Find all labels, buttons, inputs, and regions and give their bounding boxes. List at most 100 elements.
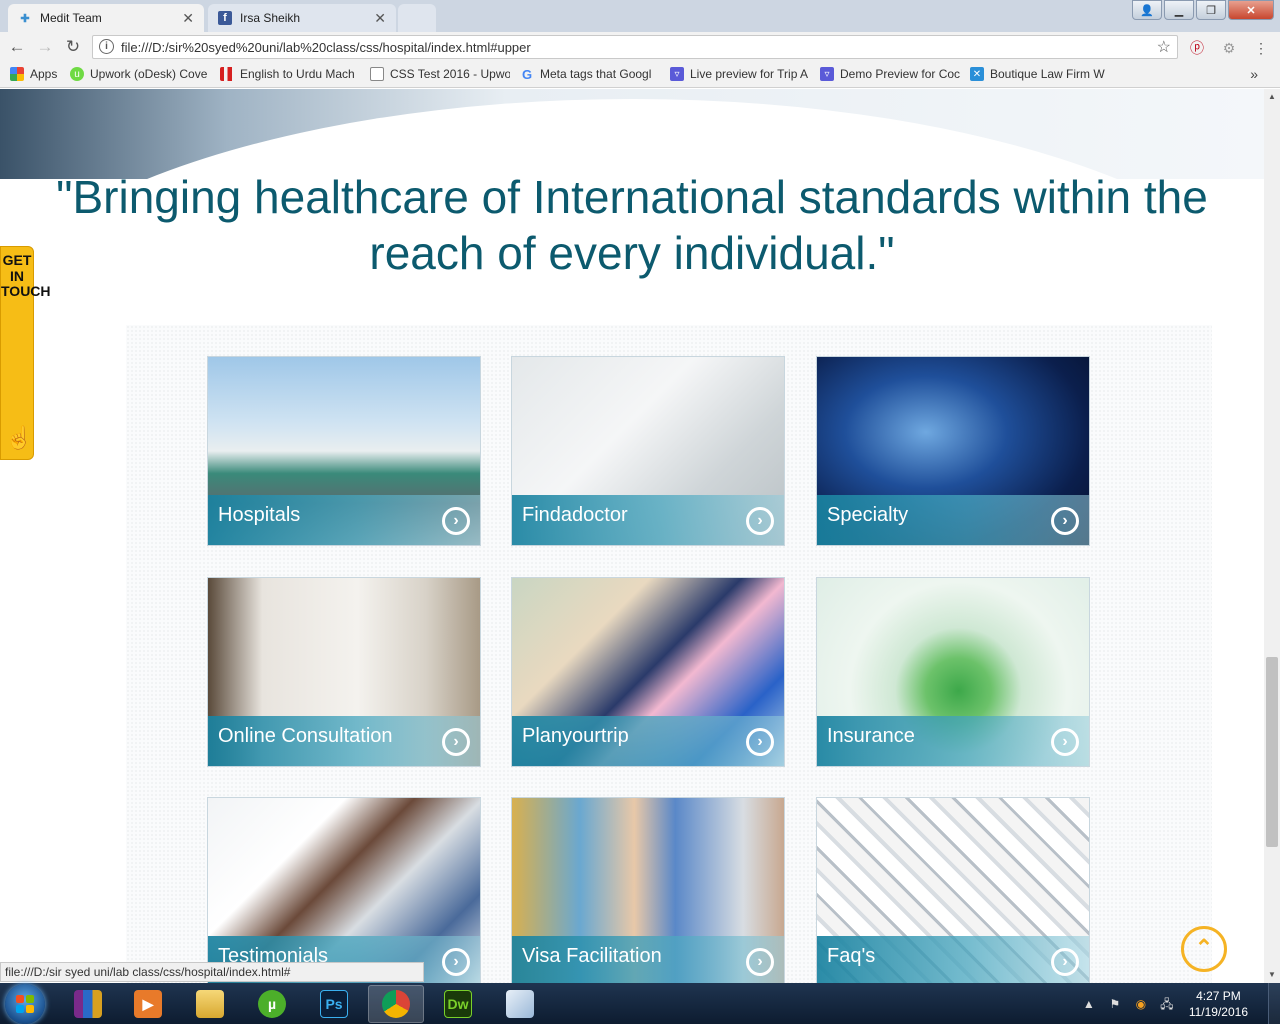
service-card-testimonials[interactable]: Testimonials › (207, 797, 481, 983)
scroll-up-arrow-icon[interactable]: ▲ (1264, 89, 1280, 105)
chevron-right-circle-icon[interactable]: › (1051, 728, 1079, 756)
bookmark-label: Demo Preview for Coc (840, 67, 960, 81)
address-url[interactable]: file:///D:/sir%20syed%20uni/lab%20class/… (121, 40, 531, 55)
chevron-right-circle-icon[interactable]: › (746, 728, 774, 756)
quote-line-2: reach of every individual." (369, 227, 895, 279)
touch-hand-icon: ☝ (5, 425, 33, 450)
mission-quote: "Bringing healthcare of International st… (0, 169, 1264, 281)
chevron-right-circle-icon[interactable]: › (442, 728, 470, 756)
bookmark-meta-tags[interactable]: G Meta tags that Googl (520, 67, 660, 81)
taskbar-chrome[interactable] (368, 985, 424, 1023)
themeforest-icon: ▿ (820, 67, 834, 81)
chevron-right-circle-icon[interactable]: › (442, 507, 470, 535)
card-label: Findadoctor (522, 504, 628, 526)
service-card-faqs[interactable]: Faq's › (816, 797, 1090, 983)
tab-irsa-sheikh[interactable]: f Irsa Sheikh ✕ (208, 4, 396, 32)
menu-icon[interactable]: ⋮ (1252, 39, 1270, 57)
card-label: Insurance (827, 725, 915, 747)
service-card-planyourtrip[interactable]: Planyourtrip › (511, 577, 785, 767)
upwork-icon: u (70, 67, 84, 81)
taskbar-dreamweaver[interactable]: Dw (430, 985, 486, 1023)
quote-line-1: "Bringing healthcare of International st… (56, 171, 1208, 223)
taskbar-winrar[interactable] (60, 985, 116, 1023)
taskbar-file-explorer[interactable] (182, 985, 238, 1023)
address-bar[interactable]: i file:///D:/sir%20syed%20uni/lab%20clas… (92, 35, 1178, 59)
close-tab-icon[interactable]: ✕ (182, 10, 194, 27)
chevron-right-circle-icon[interactable]: › (1051, 507, 1079, 535)
pinterest-icon[interactable]: ⓟ (1188, 39, 1206, 57)
get-in-touch-tab[interactable]: GET IN TOUCH ☝ (0, 246, 51, 460)
start-button[interactable] (5, 984, 45, 1024)
scrollbar-thumb[interactable] (1266, 657, 1278, 847)
reload-icon[interactable]: ↻ (62, 37, 84, 57)
bookmark-label: Upwork (oDesk) Cove (90, 67, 208, 81)
extension-icon[interactable]: ⚙ (1220, 39, 1238, 57)
bookmark-apps[interactable]: Apps (10, 67, 64, 81)
taskbar-photoshop[interactable]: Ps (306, 985, 362, 1023)
close-window-button[interactable]: ✕ (1228, 0, 1274, 20)
apps-grid-icon (10, 67, 24, 81)
maximize-button[interactable]: ❐ (1196, 0, 1226, 20)
bookmark-english-urdu[interactable]: English to Urdu Mach (220, 67, 360, 81)
service-card-online-consultation[interactable]: Online Consultation › (207, 577, 481, 767)
system-clock[interactable]: 4:27 PM 11/19/2016 (1189, 988, 1248, 1020)
bookmark-red-icon (220, 67, 234, 81)
user-icon[interactable]: 👤 (1132, 0, 1162, 20)
service-card-insurance[interactable]: Insurance › (816, 577, 1090, 767)
taskbar-utorrent[interactable]: µ (244, 985, 300, 1023)
bookmark-demo-preview[interactable]: ▿ Demo Preview for Coc (820, 67, 960, 81)
show-desktop-button[interactable] (1268, 983, 1280, 1024)
bookmark-boutique-law[interactable]: ✕ Boutique Law Firm W (970, 67, 1110, 81)
back-icon[interactable]: ← (6, 37, 28, 57)
photoshop-icon: Ps (320, 990, 348, 1018)
facebook-icon: f (218, 11, 232, 25)
chevron-right-circle-icon[interactable]: › (746, 948, 774, 976)
bookmark-css-test[interactable]: CSS Test 2016 - Upwo (370, 67, 510, 81)
window-controls: 👤 ▁ ❐ ✕ (1132, 0, 1274, 20)
chevron-right-circle-icon[interactable]: › (1051, 948, 1079, 976)
network-icon[interactable]: 🖧 (1157, 994, 1177, 1014)
tab-medit-team[interactable]: ✚ Medit Team ✕ (8, 4, 204, 32)
card-label: Planyourtrip (522, 725, 629, 747)
new-tab-button[interactable] (398, 4, 436, 32)
windows-taskbar: ▶ µ Ps Dw ▲ ⚑ ◉ 🖧 4:27 PM 11/19/2016 (0, 983, 1280, 1024)
scroll-down-arrow-icon[interactable]: ▼ (1264, 967, 1280, 983)
service-card-hospitals[interactable]: Hospitals › (207, 356, 481, 546)
clock-time: 4:27 PM (1196, 988, 1241, 1003)
taskbar-media-player[interactable]: ▶ (120, 985, 176, 1023)
forward-icon[interactable]: → (34, 37, 56, 57)
minimize-button[interactable]: ▁ (1164, 0, 1194, 20)
bookmark-upwork[interactable]: u Upwork (oDesk) Cove (70, 67, 210, 81)
bookmark-label: Live preview for Trip A (690, 67, 809, 81)
chevron-right-circle-icon[interactable]: › (746, 507, 774, 535)
get-in-touch-label: GET IN TOUCH (1, 252, 51, 299)
file-explorer-icon (196, 990, 224, 1018)
avast-icon[interactable]: ◉ (1131, 994, 1151, 1014)
card-label: Online Consultation (218, 725, 393, 747)
info-icon[interactable]: i (99, 39, 114, 54)
card-label: Specialty (827, 504, 909, 526)
service-card-findadoctor[interactable]: Findadoctor › (511, 356, 785, 546)
chevron-right-circle-icon[interactable]: › (442, 948, 470, 976)
taskbar-notepad[interactable] (492, 985, 548, 1023)
page-viewport: "Bringing healthcare of International st… (0, 89, 1264, 983)
bookmark-label: Boutique Law Firm W (990, 67, 1105, 81)
bookmark-live-preview[interactable]: ▿ Live preview for Trip A (670, 67, 810, 81)
close-tab-icon[interactable]: ✕ (374, 10, 386, 27)
x-logo-icon: ✕ (970, 67, 984, 81)
bookmark-star-icon[interactable]: ☆ (1157, 37, 1171, 57)
card-label: Visa Facilitation (522, 945, 662, 967)
scroll-to-top-button[interactable]: ⌃ (1181, 926, 1227, 972)
service-card-visa-facilitation[interactable]: Visa Facilitation › (511, 797, 785, 983)
show-hidden-icons-icon[interactable]: ▲ (1079, 994, 1099, 1014)
media-player-icon: ▶ (134, 990, 162, 1018)
service-card-specialty[interactable]: Specialty › (816, 356, 1090, 546)
bookmark-label: Apps (30, 67, 58, 81)
page-icon (370, 67, 384, 81)
more-bookmarks-icon[interactable]: » (1250, 66, 1258, 82)
action-center-flag-icon[interactable]: ⚑ (1105, 994, 1125, 1014)
winrar-icon (74, 990, 102, 1018)
card-label: Faq's (827, 945, 876, 967)
page-scrollbar[interactable]: ▲ ▼ (1264, 89, 1280, 983)
system-tray: ▲ ⚑ ◉ 🖧 4:27 PM 11/19/2016 (1073, 983, 1280, 1024)
